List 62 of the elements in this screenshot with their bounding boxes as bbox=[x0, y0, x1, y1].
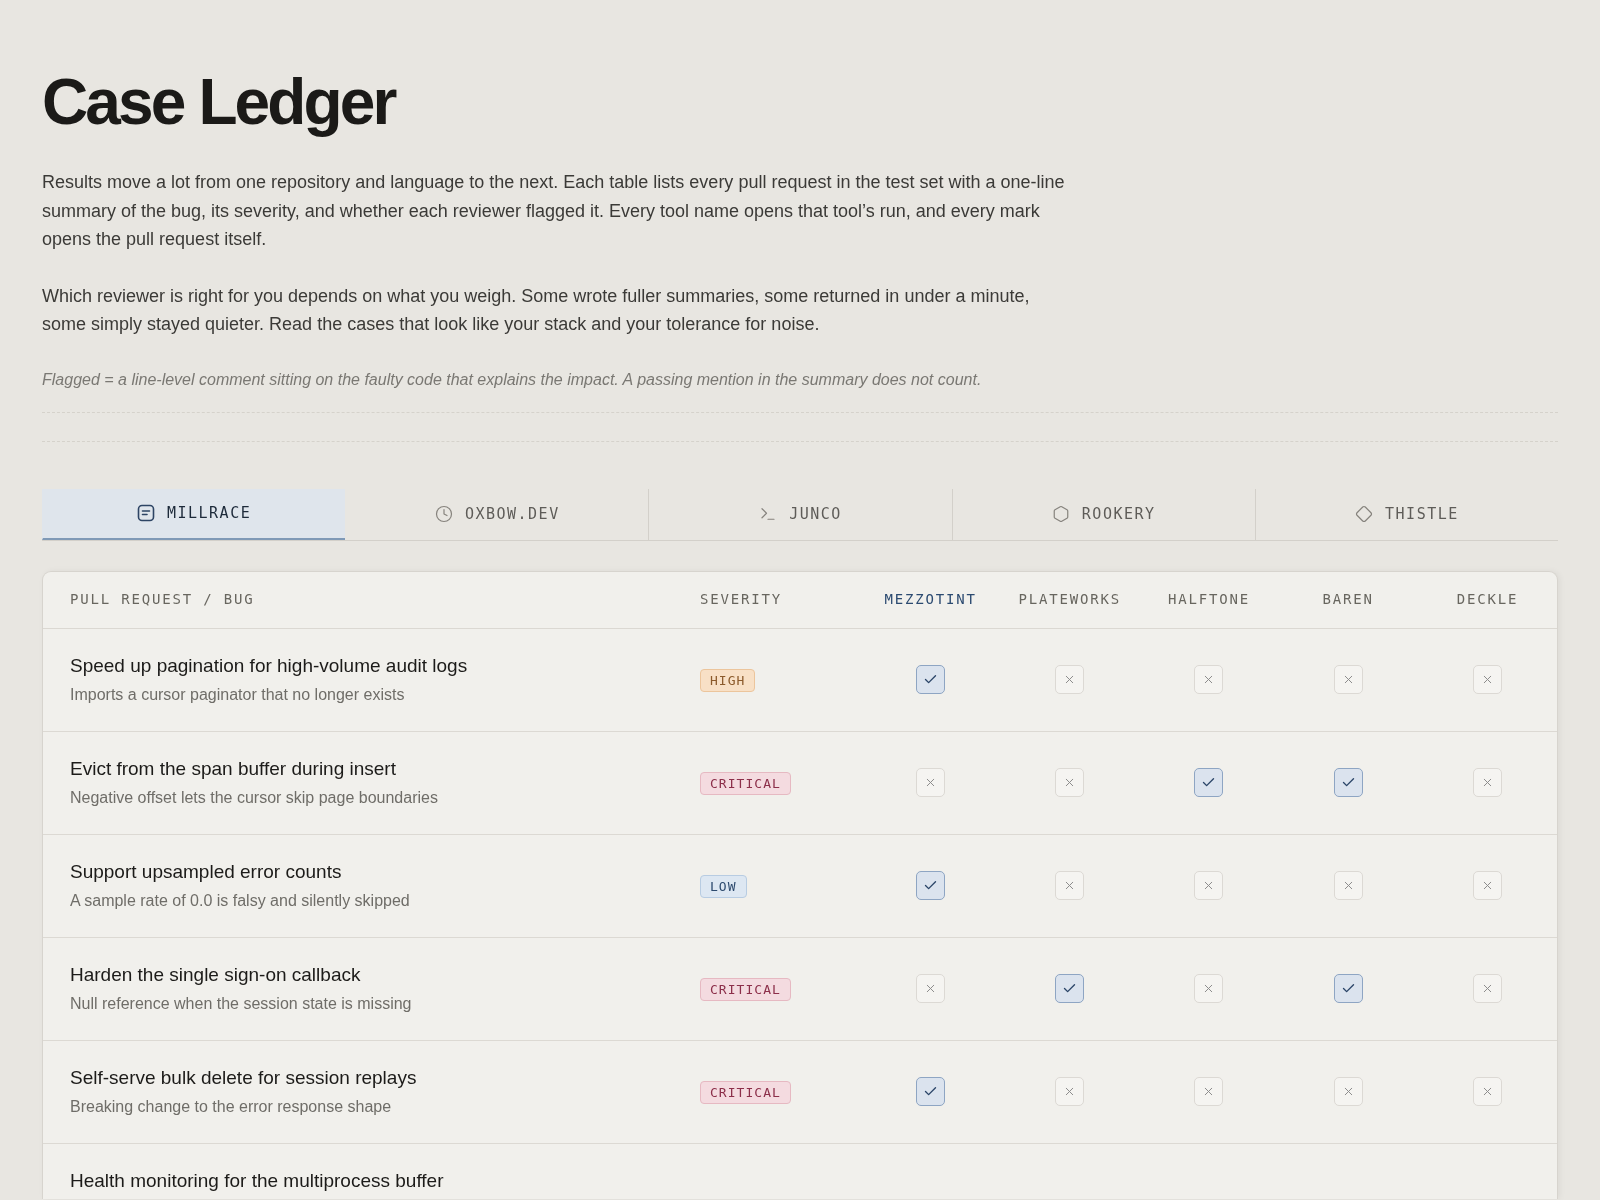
flag-mark[interactable] bbox=[1333, 768, 1363, 797]
bug-summary: A sample rate of 0.0 is falsy and silently skipped bbox=[70, 891, 410, 911]
tool-link[interactable]: MEZZOTINT bbox=[884, 589, 977, 610]
severity-badge: HIGH bbox=[700, 668, 756, 692]
bug-summary: Breaking change to the error response shape bbox=[70, 1097, 392, 1117]
tab[interactable]: JUNCO bbox=[648, 488, 952, 540]
tab[interactable]: MILLRACE bbox=[42, 488, 346, 540]
square-lines-icon bbox=[136, 504, 155, 522]
bug-summary: Imports a cursor paginator that no longer exists bbox=[70, 685, 405, 705]
diamond-icon bbox=[1355, 505, 1374, 523]
tool-link[interactable]: DECKLE bbox=[1456, 589, 1519, 610]
pull-request-title: Evict from the span buffer during insert bbox=[70, 757, 396, 781]
tool-link[interactable]: HALFTONE bbox=[1168, 589, 1250, 610]
flag-mark[interactable] bbox=[1194, 1077, 1224, 1106]
pull-request-title: Self-serve bulk delete for session replays bbox=[70, 1066, 417, 1090]
flag-mark[interactable] bbox=[1055, 871, 1085, 900]
tool-link[interactable]: BAREN bbox=[1322, 589, 1374, 610]
flag-mark[interactable] bbox=[1055, 768, 1085, 797]
flag-mark[interactable] bbox=[916, 871, 946, 900]
flag-mark[interactable] bbox=[1194, 974, 1224, 1003]
flag-mark[interactable] bbox=[1333, 974, 1363, 1003]
flag-mark[interactable] bbox=[916, 1077, 946, 1106]
flag-mark[interactable] bbox=[1472, 871, 1502, 900]
definition-note: Flagged = a line-level comment sitting on the faulty code that explains the impact. A passing mention in the summary does not count. bbox=[42, 369, 982, 390]
tab[interactable]: OXBOW.DEV bbox=[345, 488, 649, 540]
flag-mark[interactable] bbox=[1472, 665, 1502, 694]
flag-mark[interactable] bbox=[1472, 1077, 1502, 1106]
severity-badge: LOW bbox=[700, 874, 747, 898]
pull-request-title: Harden the single sign-on callback bbox=[70, 963, 361, 987]
severity-badge: CRITICAL bbox=[700, 1080, 791, 1104]
hexagon-icon bbox=[1051, 505, 1070, 523]
severity-badge: CRITICAL bbox=[700, 771, 791, 795]
intro-paragraph: Results move a lot from one repository and language to the next. Each table lists every pull request in the test set with a one-line summary of the bug, its severity, and whether each reviewer flagged it. Every tool name opens that tool’s run, and every mark opens the pull request itself. bbox=[42, 171, 1066, 251]
pull-request-title: Speed up pagination for high-volume audit logs bbox=[70, 654, 468, 678]
flag-mark[interactable] bbox=[1055, 1077, 1085, 1106]
clock-icon bbox=[434, 505, 453, 523]
page-title: Case Ledger bbox=[42, 65, 395, 140]
flag-mark[interactable] bbox=[1194, 665, 1224, 694]
flag-mark[interactable] bbox=[1333, 1077, 1363, 1106]
bug-summary: Negative offset lets the cursor skip page boundaries bbox=[70, 788, 438, 808]
column-header: SEVERITY bbox=[700, 591, 782, 607]
tab[interactable]: THISTLE bbox=[1254, 488, 1558, 540]
flag-mark[interactable] bbox=[1333, 871, 1363, 900]
flag-mark[interactable] bbox=[916, 768, 946, 797]
severity-badge: CRITICAL bbox=[700, 977, 791, 1001]
tool-link[interactable]: PLATEWORKS bbox=[1018, 589, 1122, 610]
flag-mark[interactable] bbox=[1055, 665, 1085, 694]
column-header: PULL REQUEST / BUG bbox=[70, 591, 255, 607]
tab[interactable]: ROOKERY bbox=[951, 488, 1255, 540]
flag-mark[interactable] bbox=[916, 665, 946, 694]
bug-summary: Null reference when the session state is missing bbox=[70, 994, 412, 1014]
flag-mark[interactable] bbox=[1472, 974, 1502, 1003]
pull-request-title: Health monitoring for the multiprocess buffer bbox=[70, 1168, 444, 1193]
flag-mark[interactable] bbox=[916, 974, 946, 1003]
terminal-icon bbox=[759, 505, 778, 523]
pull-request-title: Support upsampled error counts bbox=[70, 860, 342, 884]
intro-paragraph: Which reviewer is right for you depends on what you weigh. Some wrote fuller summaries, some returned in under a minute, some simply stayed quieter. Read the cases that look like your stack and your tolerance for noise. bbox=[42, 284, 1031, 336]
flag-mark[interactable] bbox=[1194, 768, 1224, 797]
flag-mark[interactable] bbox=[1055, 974, 1085, 1003]
flag-mark[interactable] bbox=[1333, 665, 1363, 694]
flag-mark[interactable] bbox=[1472, 768, 1502, 797]
flag-mark[interactable] bbox=[1194, 871, 1224, 900]
